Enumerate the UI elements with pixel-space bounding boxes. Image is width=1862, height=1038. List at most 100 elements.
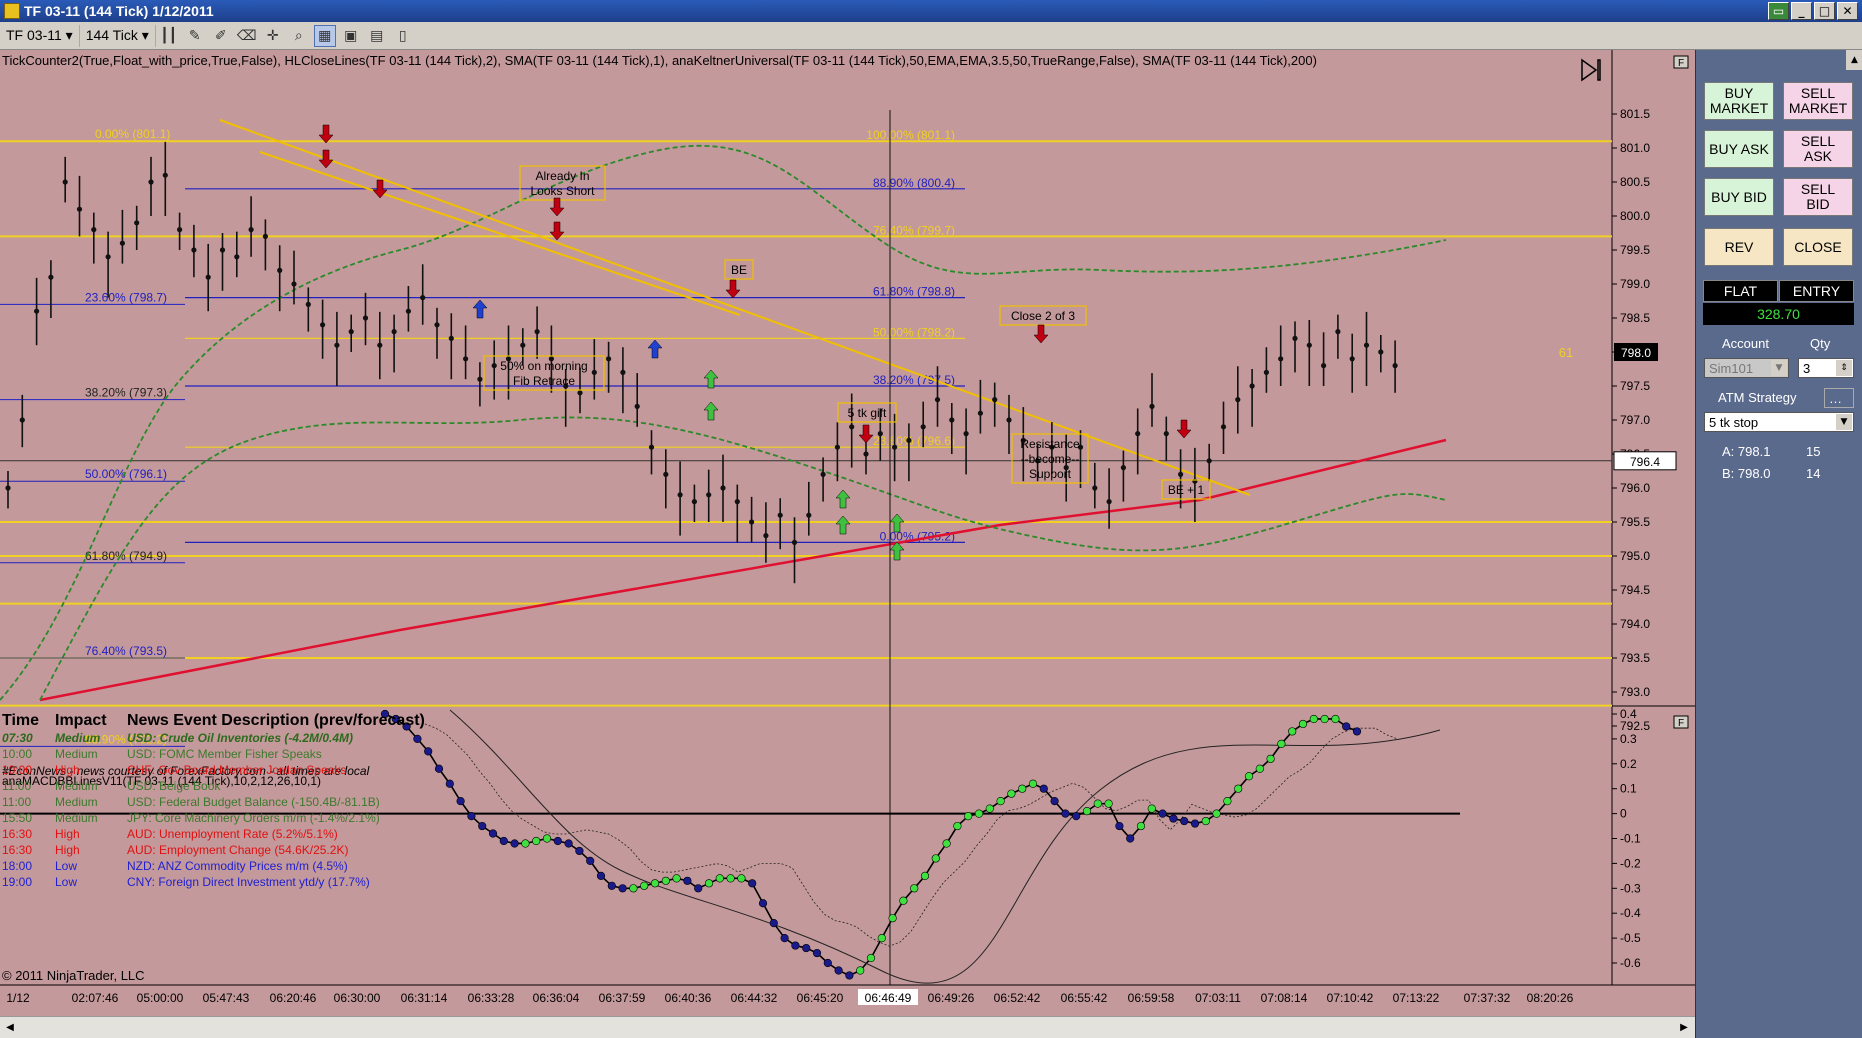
- tile-icon[interactable]: ▦: [313, 24, 336, 47]
- macd-dot: [499, 836, 508, 846]
- pencil-icon[interactable]: ✎: [184, 25, 206, 47]
- data-box-icon[interactable]: ▯: [392, 25, 414, 47]
- news-row: 16:30 High AUD: Unemployment Rate (5.2%/5.…: [2, 826, 425, 842]
- news-impact: Low: [55, 875, 78, 889]
- macd-dot: [629, 884, 638, 893]
- news-row: 07:30 Medium USD: Crude Oil Inventories (-…: [2, 730, 425, 746]
- fib-label: 38.20% (797.3): [85, 386, 167, 400]
- macd-dot: [1288, 727, 1297, 736]
- price-chart[interactable]: 801.5 801.0 800.5 800.0 799.5 799.0 798.5 798.0…: [0, 50, 1695, 1038]
- close-dot: [691, 499, 698, 505]
- macd-dot: [726, 874, 735, 883]
- close-dot: [105, 254, 111, 260]
- buy-arrow-icon: [703, 401, 719, 421]
- buy-bid-button[interactable]: BUY BID: [1704, 178, 1774, 216]
- cursor-price-label: 796.4: [1630, 455, 1660, 469]
- draw-icon[interactable]: ✐: [210, 25, 232, 47]
- fib-label: 0.00% (795.2): [880, 529, 955, 543]
- news-desc: AUD: Unemployment Rate (5.2%/5.1%): [127, 827, 338, 841]
- entry-label: ENTRY: [1779, 280, 1854, 302]
- fib-label: 38.20% (797.5): [873, 373, 955, 387]
- macd-dot: [823, 958, 832, 968]
- macd-dot: [1266, 754, 1275, 763]
- close-button[interactable]: ✕: [1837, 2, 1858, 20]
- close-dot: [448, 335, 454, 341]
- properties-icon[interactable]: ▤: [366, 25, 388, 47]
- news-desc: CHF: Gov Board Member Jordan Speaks: [127, 763, 347, 777]
- account-select[interactable]: Sim101 ▼: [1704, 358, 1789, 378]
- close-dot: [177, 227, 183, 233]
- stepper-icon[interactable]: ⇕: [1836, 360, 1852, 376]
- interval-selector[interactable]: 144 Tick ▾: [80, 24, 156, 47]
- fib-label: 61.80% (794.9): [85, 549, 167, 563]
- buy-ask-button[interactable]: BUY ASK: [1704, 130, 1774, 168]
- instrument-selector[interactable]: TF 03-11 ▾: [0, 24, 80, 47]
- chevron-down-icon[interactable]: ▼: [1771, 360, 1787, 376]
- annotation-text: Close 2 of 3: [1011, 309, 1075, 323]
- sell-arrow-icon: [858, 424, 874, 444]
- minimize-button[interactable]: _: [1791, 2, 1812, 20]
- bars-icon[interactable]: ┃┃: [158, 25, 180, 47]
- macd-dot: [996, 797, 1005, 806]
- macd-dot: [888, 914, 897, 923]
- scroll-right-icon[interactable]: ▶: [1676, 1019, 1692, 1035]
- news-impact: Medium: [55, 811, 98, 825]
- crosshair-icon[interactable]: ✛: [262, 25, 284, 47]
- sell-ask-button[interactable]: SELL ASK: [1783, 130, 1853, 168]
- sell-bid-button[interactable]: SELL BID: [1783, 178, 1853, 216]
- panel-float-label: F: [1678, 58, 1684, 69]
- time-tick-label: 07:13:22: [1393, 991, 1440, 1005]
- time-tick-label: 06:52:42: [994, 991, 1041, 1005]
- close-dot: [362, 315, 369, 321]
- macd-dot: [1223, 797, 1232, 806]
- close-dot: [205, 274, 211, 280]
- maximize-button[interactable]: □: [1814, 2, 1835, 20]
- annotation-text: Fib Retrace: [513, 374, 575, 388]
- close-dot: [1292, 335, 1298, 341]
- restore-icon[interactable]: ▭: [1768, 2, 1789, 20]
- qty-stepper[interactable]: 3 ⇕: [1798, 358, 1854, 378]
- atm-options-button[interactable]: …: [1824, 388, 1854, 408]
- news-desc: NZD: ANZ Commodity Prices m/m (4.5%): [127, 859, 348, 873]
- news-time: 07:30: [2, 731, 33, 745]
- time-tick-label: 07:03:11: [1195, 991, 1241, 1005]
- osc-tick-label: 0.4: [1620, 707, 1637, 721]
- macd-dot: [866, 953, 876, 963]
- news-time: 18:00: [2, 859, 33, 873]
- annotation-text: --become--: [1021, 452, 1080, 466]
- macd-dot: [748, 879, 757, 888]
- news-row: 16:30 High AUD: Employment Change (54.6K/2…: [2, 842, 425, 858]
- close-dot: [806, 512, 812, 518]
- close-dot: [606, 356, 612, 362]
- zoom-icon[interactable]: ⌕: [288, 25, 310, 47]
- macd-dot: [488, 829, 498, 838]
- close-dot: [677, 492, 683, 498]
- eraser-icon[interactable]: ⌫: [236, 25, 258, 47]
- news-row: 10:00 Medium USD: FOMC Member Fisher Speak…: [2, 746, 425, 762]
- macd-dot: [542, 834, 552, 843]
- macd-dot: [780, 933, 789, 943]
- scroll-left-icon[interactable]: ◀: [2, 1019, 18, 1035]
- sell-market-button[interactable]: SELL MARKET: [1783, 82, 1853, 120]
- macd-dot: [607, 881, 616, 890]
- annotation-text: BE + 1: [1168, 483, 1205, 497]
- macd-dot: [510, 839, 519, 848]
- news-header: Time Impact News Event Description (prev…: [2, 712, 425, 729]
- osc-tick-label: -0.2: [1620, 856, 1641, 870]
- close-dot: [291, 281, 297, 287]
- close-position-button[interactable]: CLOSE: [1783, 228, 1853, 266]
- close-dot: [262, 233, 268, 239]
- time-tick-label: 06:36:04: [533, 991, 580, 1005]
- sell-arrow-icon: [1033, 324, 1049, 344]
- chevron-down-icon[interactable]: ▼: [1836, 414, 1852, 430]
- reverse-button[interactable]: REV: [1704, 228, 1774, 266]
- layout-icon[interactable]: ▣: [340, 25, 362, 47]
- panel-scroll-up-icon[interactable]: ▲: [1846, 50, 1862, 70]
- trend-line: [259, 151, 741, 316]
- news-table: Time Impact News Event Description (prev…: [2, 712, 425, 890]
- close-dot: [906, 437, 912, 443]
- buy-market-button[interactable]: BUY MARKET: [1704, 82, 1774, 120]
- atm-strategy-select[interactable]: 5 tk stop ▼: [1704, 412, 1854, 432]
- bid-size: 14: [1806, 466, 1821, 481]
- horizontal-scrollbar[interactable]: ◀ ▶: [0, 1016, 1695, 1038]
